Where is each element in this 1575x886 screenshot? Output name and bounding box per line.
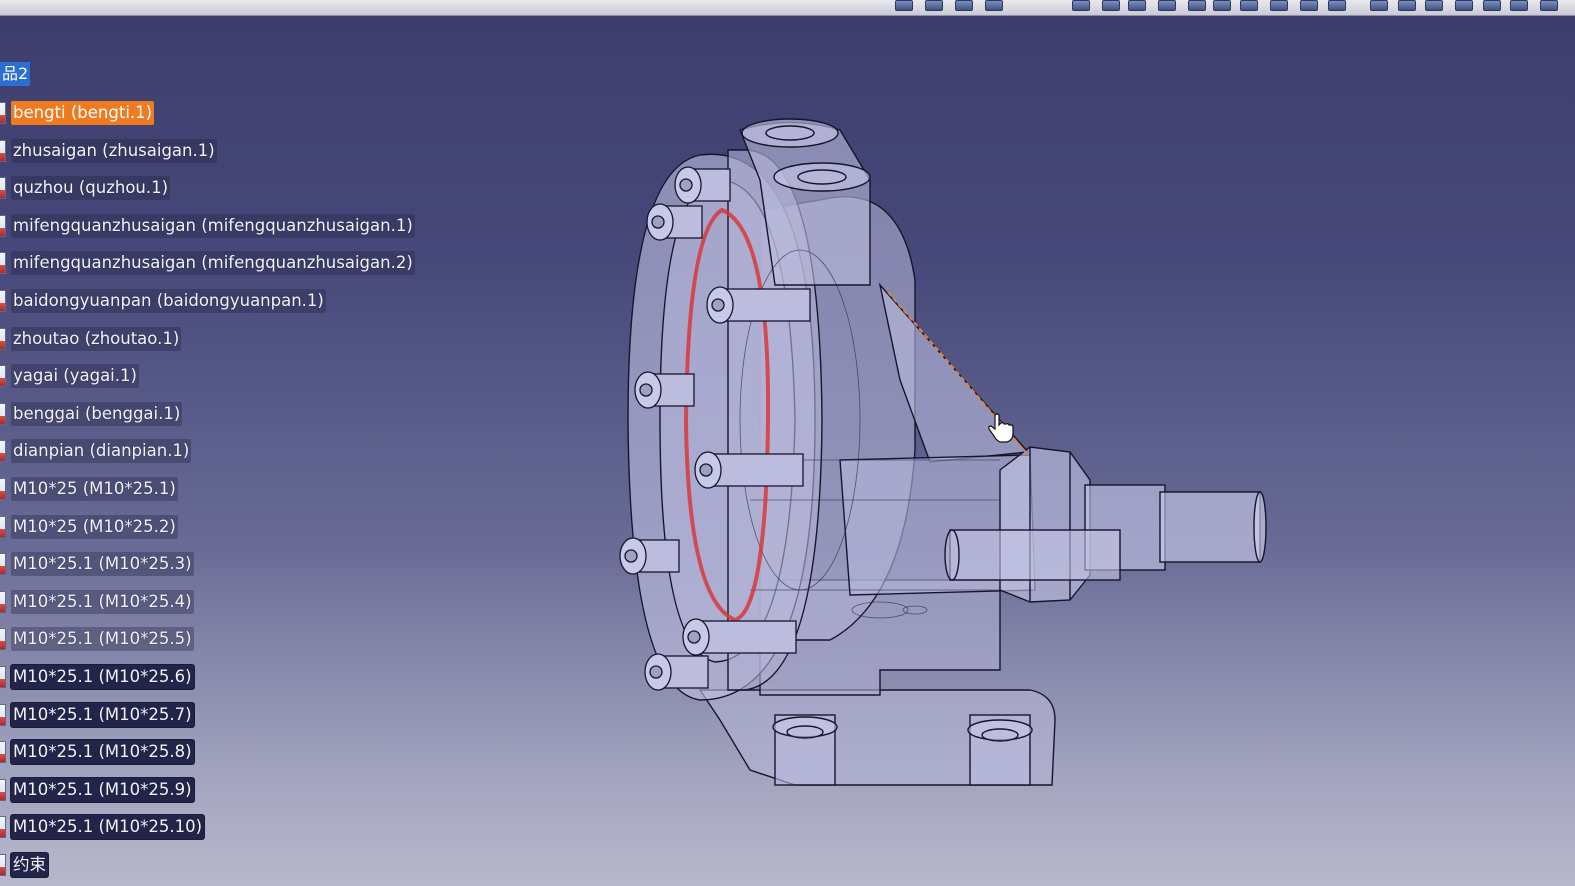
tree-node-label[interactable]: M10*25.1 (M10*25.8)	[11, 740, 194, 765]
part-document-icon	[0, 440, 6, 463]
toolbar-icon[interactable]	[1328, 0, 1346, 11]
part-document-icon	[0, 590, 6, 613]
toolbar-icon[interactable]	[1483, 0, 1501, 11]
tree-node-label[interactable]: bengti (bengti.1)	[11, 101, 155, 125]
toolbar-icon[interactable]	[1300, 0, 1318, 11]
part-document-icon	[0, 478, 6, 500]
part-document-icon	[0, 139, 6, 162]
part-document-icon	[0, 854, 6, 876]
part-document-icon	[0, 214, 6, 237]
part-document-icon	[0, 553, 6, 576]
toolbar-icon[interactable]	[1425, 0, 1443, 11]
tree-node-label[interactable]: M10*25 (M10*25.1)	[11, 477, 178, 501]
3d-viewport[interactable]	[560, 100, 1320, 820]
toolbar-icon[interactable]	[895, 0, 913, 11]
toolbar-icon[interactable]	[1455, 0, 1473, 11]
tree-node-label[interactable]: M10*25 (M10*25.2)	[11, 514, 178, 539]
part-document-icon	[0, 741, 6, 764]
part-document-icon	[0, 628, 6, 651]
tree-node-label[interactable]: yagai (yagai.1)	[11, 364, 139, 389]
tree-node-label[interactable]: benggai (benggai.1)	[11, 401, 183, 426]
tree-node-label[interactable]: dianpian (dianpian.1)	[11, 439, 192, 464]
tree-node-label[interactable]: zhusaigan (zhusaigan.1)	[11, 138, 217, 163]
tree-node-label[interactable]: M10*25.1 (M10*25.3)	[11, 552, 194, 577]
toolbar-icon[interactable]	[1072, 0, 1090, 11]
toolbar-icon[interactable]	[1158, 0, 1176, 11]
tree-root-product[interactable]: 品2	[0, 62, 31, 86]
pump-assembly-model[interactable]	[560, 100, 1320, 820]
toolbar-icon[interactable]	[1128, 0, 1146, 11]
tree-node-label[interactable]: baidongyuanpan (baidongyuanpan.1)	[11, 289, 326, 313]
toolbar-icon[interactable]	[985, 0, 1003, 11]
tree-node-label[interactable]: M10*25.1 (M10*25.6)	[11, 665, 194, 689]
part-document-icon	[0, 327, 6, 350]
part-document-icon	[0, 778, 6, 801]
tree-node-label[interactable]: M10*25.1 (M10*25.7)	[11, 702, 194, 727]
tree-node-label[interactable]: M10*25.1 (M10*25.4)	[11, 589, 194, 614]
toolbar	[0, 0, 1575, 16]
tree-node-label[interactable]: 约束	[11, 853, 48, 877]
part-document-icon	[0, 402, 6, 425]
part-document-icon	[0, 666, 6, 688]
part-document-icon	[0, 703, 6, 726]
tree-node-label[interactable]: mifengquanzhusaigan (mifengquanzhusaigan…	[11, 213, 415, 238]
toolbar-icon[interactable]	[1102, 0, 1120, 11]
toolbar-icon[interactable]	[1370, 0, 1388, 11]
toolbar-icon[interactable]	[1398, 0, 1416, 11]
part-document-icon	[0, 290, 6, 312]
part-document-icon	[0, 816, 6, 839]
tree-node-label[interactable]: mifengquanzhusaigan (mifengquanzhusaigan…	[11, 251, 415, 276]
toolbar-icon[interactable]	[1188, 0, 1206, 11]
part-document-icon	[0, 365, 6, 388]
tree-node-label[interactable]: M10*25.1 (M10*25.9)	[11, 777, 194, 802]
toolbar-icon[interactable]	[1270, 0, 1288, 11]
tree-node-label[interactable]: zhoutao (zhoutao.1)	[11, 326, 182, 351]
tree-node-label[interactable]: M10*25.1 (M10*25.5)	[11, 627, 194, 652]
specification-tree: bengti (bengti.1) zhusaigan (zhusaigan.1)…	[0, 58, 440, 886]
tree-node-label[interactable]: quzhou (quzhou.1)	[11, 176, 171, 201]
part-document-icon	[0, 252, 6, 275]
toolbar-icon[interactable]	[1240, 0, 1258, 11]
toolbar-icon[interactable]	[925, 0, 943, 11]
toolbar-icon[interactable]	[1540, 0, 1558, 11]
toolbar-icon[interactable]	[1213, 0, 1231, 11]
part-document-icon	[0, 102, 6, 124]
toolbar-icon[interactable]	[1510, 0, 1528, 11]
toolbar-icon[interactable]	[955, 0, 973, 11]
hand-cursor-icon	[986, 412, 1016, 448]
part-document-icon	[0, 177, 6, 200]
part-document-icon	[0, 515, 6, 538]
tree-node-label[interactable]: M10*25.1 (M10*25.10)	[11, 815, 205, 840]
